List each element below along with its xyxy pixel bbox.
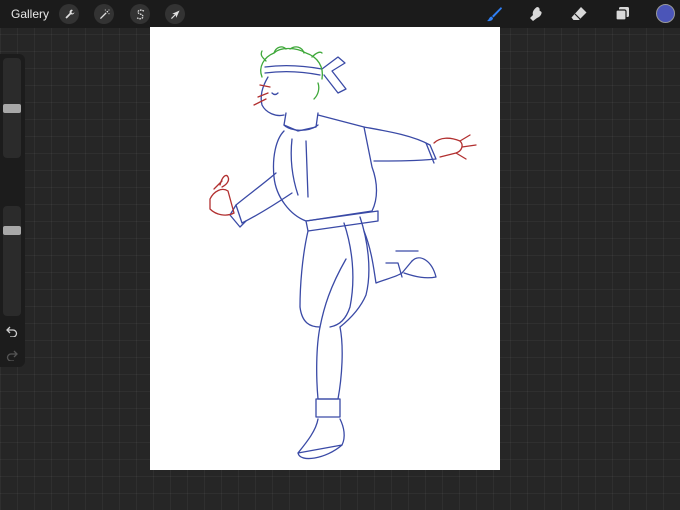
selection-button[interactable] bbox=[130, 4, 150, 24]
eraser-icon bbox=[571, 7, 587, 20]
layers-icon bbox=[615, 7, 629, 21]
magic-wand-icon bbox=[99, 8, 110, 19]
actions-button[interactable] bbox=[59, 4, 79, 24]
hands-sketch bbox=[209, 84, 477, 216]
top-toolbar: Gallery bbox=[0, 0, 680, 28]
opacity-slider[interactable] bbox=[3, 206, 21, 316]
sketch-drawing bbox=[209, 46, 477, 460]
transform-button[interactable] bbox=[165, 4, 185, 24]
left-sidebar bbox=[0, 54, 25, 367]
adjustments-button[interactable] bbox=[94, 4, 114, 24]
opacity-thumb[interactable] bbox=[3, 226, 21, 236]
brush-icon bbox=[487, 7, 502, 22]
gallery-button[interactable]: Gallery bbox=[11, 7, 49, 21]
layers-button[interactable] bbox=[611, 3, 633, 25]
brush-size-thumb[interactable] bbox=[3, 103, 21, 113]
wrench-icon bbox=[64, 9, 74, 19]
smudge-finger-icon bbox=[530, 7, 542, 21]
body-sketch bbox=[229, 56, 437, 460]
arrow-cursor-icon bbox=[170, 9, 180, 19]
selection-s-icon bbox=[136, 8, 144, 19]
undo-icon bbox=[6, 326, 18, 337]
eraser-tool-button[interactable] bbox=[568, 3, 590, 25]
current-color-swatch[interactable] bbox=[656, 4, 675, 23]
redo-button[interactable] bbox=[4, 348, 20, 362]
redo-icon bbox=[6, 350, 18, 361]
undo-button[interactable] bbox=[4, 324, 20, 338]
smudge-tool-button[interactable] bbox=[525, 3, 547, 25]
brush-tool-button[interactable] bbox=[483, 3, 505, 25]
drawing-canvas[interactable] bbox=[150, 27, 500, 470]
